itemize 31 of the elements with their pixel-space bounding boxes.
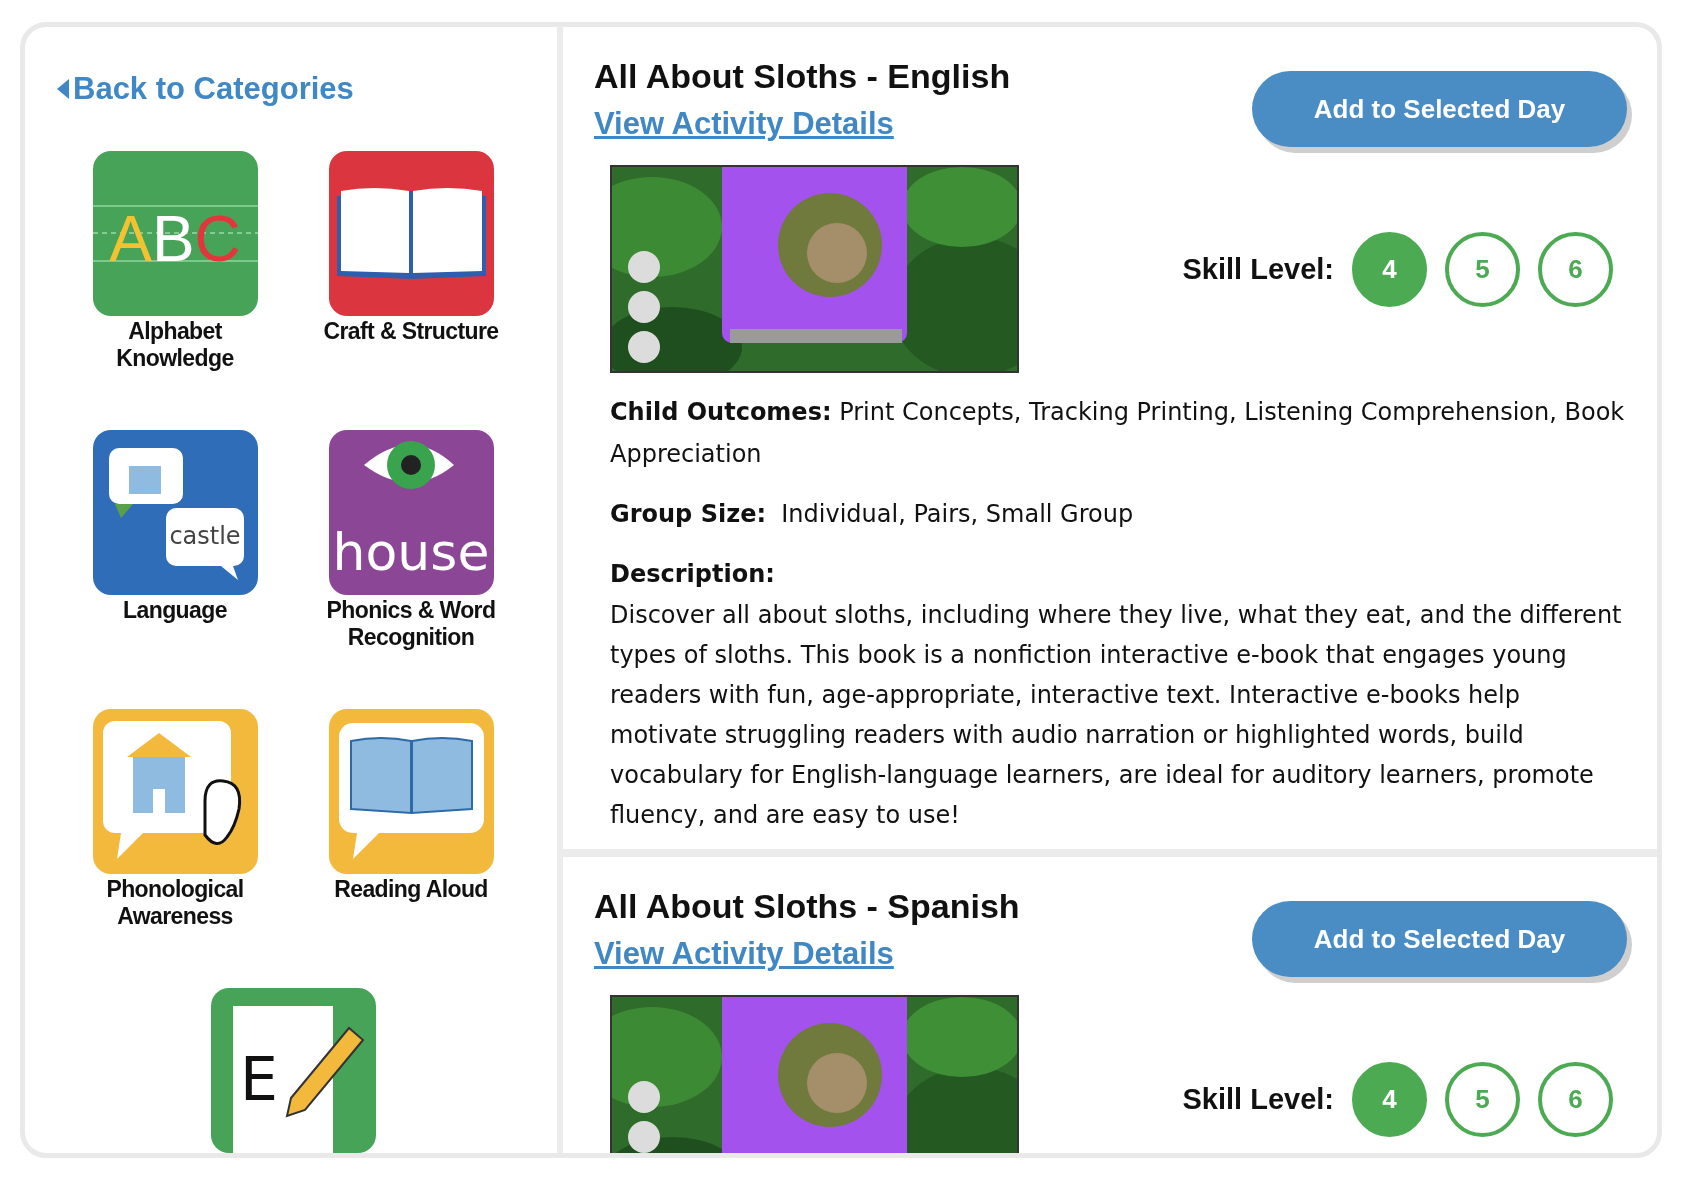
- description: Discover all about sloths, including where they live, what they eat, and the different types of sloths. This book is a nonfiction interactive e-book that engages young readers with fun, age-appropriate, interactive text. Interactive e-books help motivate struggling readers with audio narration or highlighted words, build vocabulary for English-language learners, are ideal for auditory learners, promote fluency, and are easy to use!: [610, 600, 1623, 831]
- category-label[interactable]: Phonics & Word Recognition: [316, 597, 506, 651]
- skill-level[interactable]: 6: [1538, 231, 1613, 307]
- eye-icon[interactable]: house: [328, 430, 494, 595]
- category-label[interactable]: Language: [80, 597, 270, 624]
- skill-label: Skill Level:: [1182, 252, 1334, 286]
- open-book-icon[interactable]: [328, 709, 494, 874]
- skill-label: Skill Level:: [1182, 1082, 1334, 1116]
- details-link[interactable]: View Activity Details: [594, 106, 894, 142]
- category-label[interactable]: Reading Aloud: [316, 876, 506, 903]
- description-heading: Description:: [610, 559, 776, 590]
- child-outcomes: Child Outcomes: Print Concepts, Tracking Printing, Listening Comprehension, Book Appreciation: [610, 397, 1626, 470]
- alphabet-icon[interactable]: ABC: [92, 151, 258, 316]
- category-label[interactable]: Craft & Structure: [316, 318, 506, 345]
- skill-level[interactable]: 5: [1445, 231, 1520, 307]
- speech-bubbles-icon[interactable]: castle: [92, 430, 258, 595]
- back-link[interactable]: Back to Categories: [57, 71, 354, 107]
- activity-title: All About Sloths - Spanish: [594, 887, 1020, 926]
- category-label[interactable]: Phonological Awareness: [80, 876, 270, 930]
- book-icon[interactable]: [328, 151, 494, 316]
- skill-level[interactable]: 6: [1538, 1061, 1613, 1137]
- group-size: Group Size: Individual, Pairs, Small Group: [610, 499, 1135, 530]
- skill-level[interactable]: 4: [1352, 1061, 1427, 1137]
- house-and-ear-icon[interactable]: [92, 709, 258, 874]
- skill-level[interactable]: 5: [1445, 1061, 1520, 1137]
- details-link[interactable]: View Activity Details: [594, 936, 894, 972]
- caret-icon: [57, 79, 69, 99]
- category-label[interactable]: Alphabet Knowledge: [80, 318, 270, 372]
- skill-level[interactable]: 4: [1352, 231, 1427, 307]
- pencil-and-paper-icon[interactable]: E: [210, 988, 376, 1153]
- activity-title: All About Sloths - English: [594, 57, 1011, 96]
